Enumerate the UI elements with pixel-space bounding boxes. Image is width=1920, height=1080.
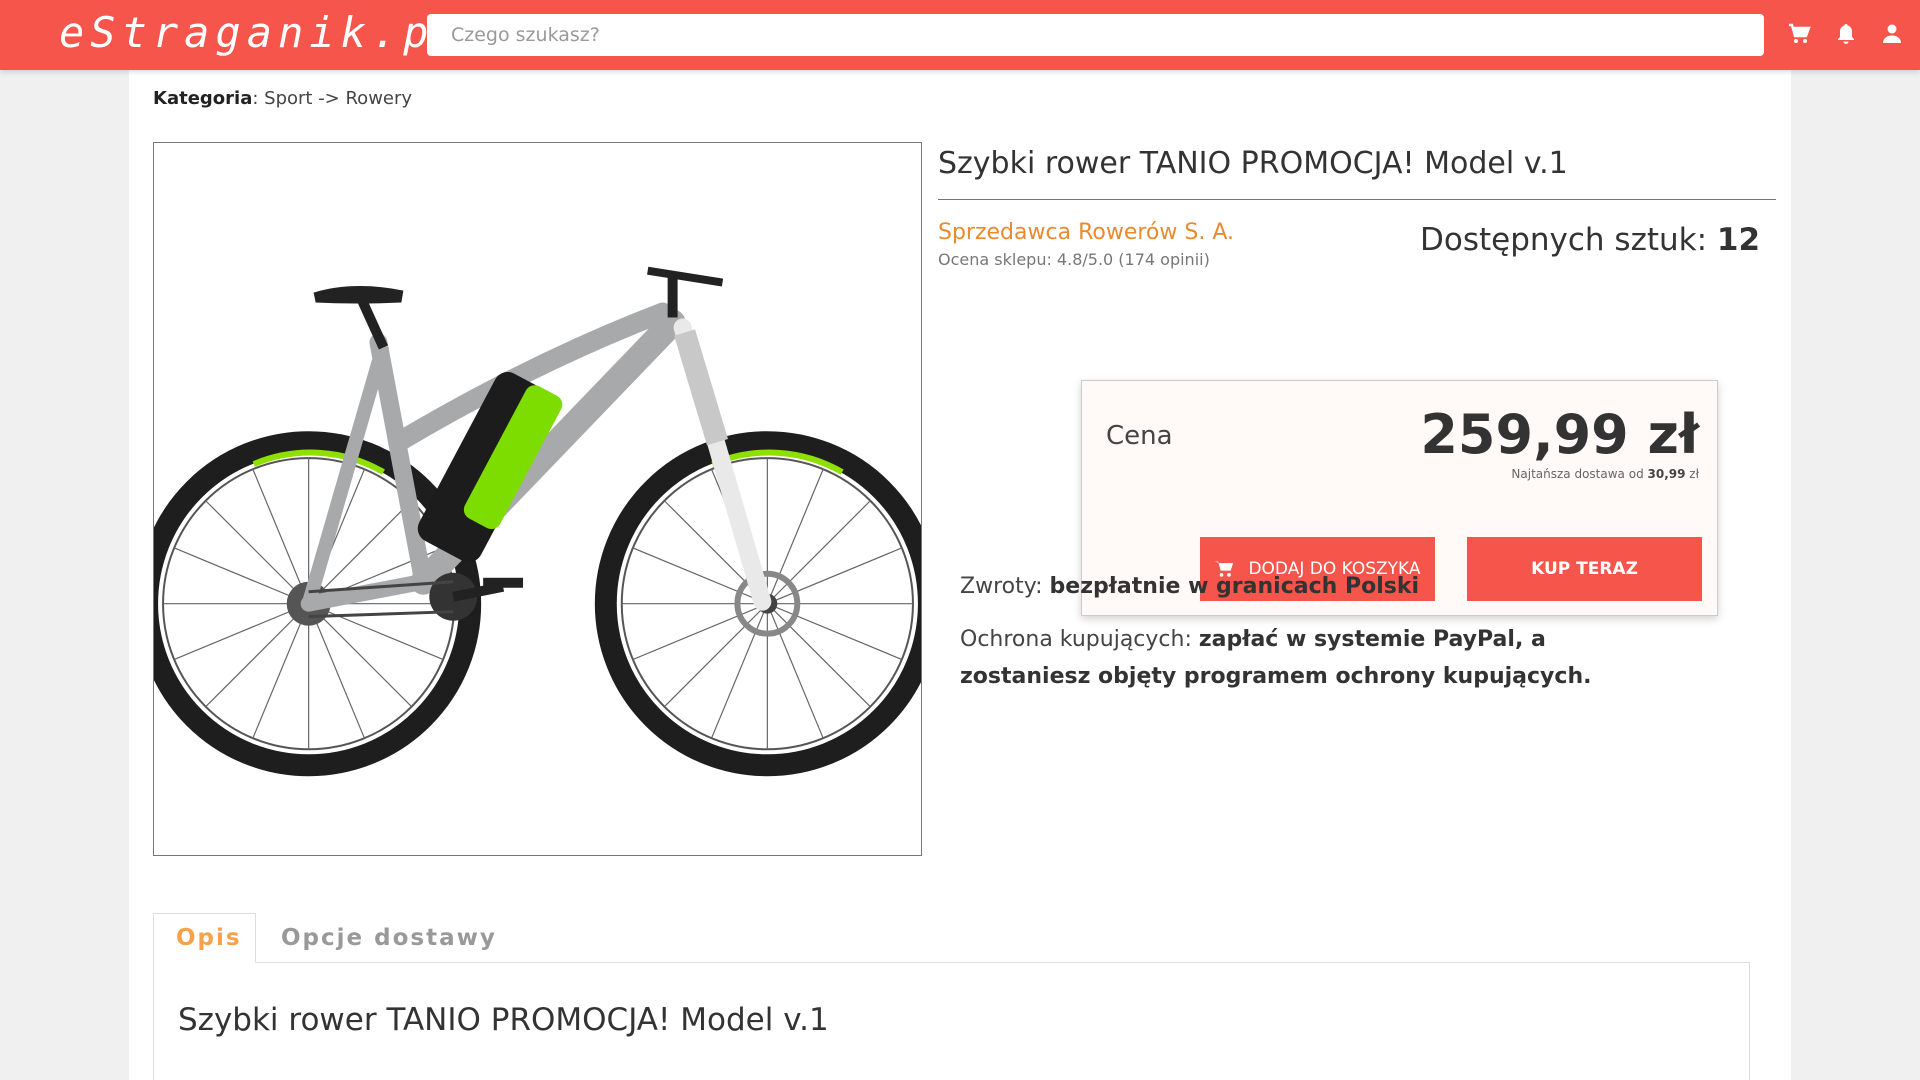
product-tabs: Opis Opcje dostawy: [153, 913, 1750, 963]
stock-info: Dostępnych sztuk: 12: [1420, 222, 1760, 258]
breadcrumb-label: Kategoria: [153, 88, 253, 109]
title-divider: [938, 199, 1776, 200]
shipping-prefix: Najtańsza dostawa od: [1511, 467, 1648, 481]
bell-icon[interactable]: [1834, 22, 1858, 46]
stock-count: 12: [1716, 222, 1761, 258]
tab-description[interactable]: Opis: [153, 913, 256, 963]
price-label: Cena: [1106, 421, 1173, 451]
description-title: Szybki rower TANIO PROMOCJA! Model v.1: [178, 1002, 829, 1038]
site-logo[interactable]: eStraganik.pl: [59, 8, 466, 57]
search-input[interactable]: [427, 14, 1764, 56]
product-image[interactable]: [153, 142, 922, 856]
stock-label: Dostępnych sztuk:: [1420, 222, 1717, 258]
shipping-value: 30,99: [1647, 467, 1686, 481]
tab-delivery-options[interactable]: Opcje dostawy: [259, 913, 519, 963]
price-value: 259,99 zł: [1420, 403, 1699, 466]
shop-rating: Ocena sklepu: 4.8/5.0 (174 opinii): [938, 250, 1210, 269]
protection-label: Ochrona kupujących:: [960, 627, 1199, 652]
shipping-note: Najtańsza dostawa od 30,99 zł: [1511, 467, 1699, 481]
user-icon[interactable]: [1880, 22, 1904, 46]
seller-link[interactable]: Sprzedawca Rowerów S. A.: [938, 220, 1234, 245]
product-page: Kategoria: Sport -> Rowery Szybki rower …: [129, 70, 1791, 1080]
top-header: eStraganik.pl: [0, 0, 1920, 70]
breadcrumb: Kategoria: Sport -> Rowery: [153, 88, 412, 109]
shipping-suffix: zł: [1685, 467, 1699, 481]
returns-info: Zwroty: bezpłatnie w granicach Polski: [960, 568, 1680, 605]
breadcrumb-path[interactable]: : Sport -> Rowery: [252, 88, 412, 109]
returns-value: bezpłatnie w granicach Polski: [1049, 574, 1420, 599]
returns-label: Zwroty:: [960, 574, 1050, 599]
cart-icon[interactable]: [1787, 22, 1811, 46]
product-title: Szybki rower TANIO PROMOCJA! Model v.1: [938, 146, 1568, 181]
bicycle-image: [154, 266, 921, 777]
description-panel: Szybki rower TANIO PROMOCJA! Model v.1: [153, 962, 1750, 1080]
buyer-protection-info: Ochrona kupujących: zapłać w systemie Pa…: [960, 621, 1640, 695]
